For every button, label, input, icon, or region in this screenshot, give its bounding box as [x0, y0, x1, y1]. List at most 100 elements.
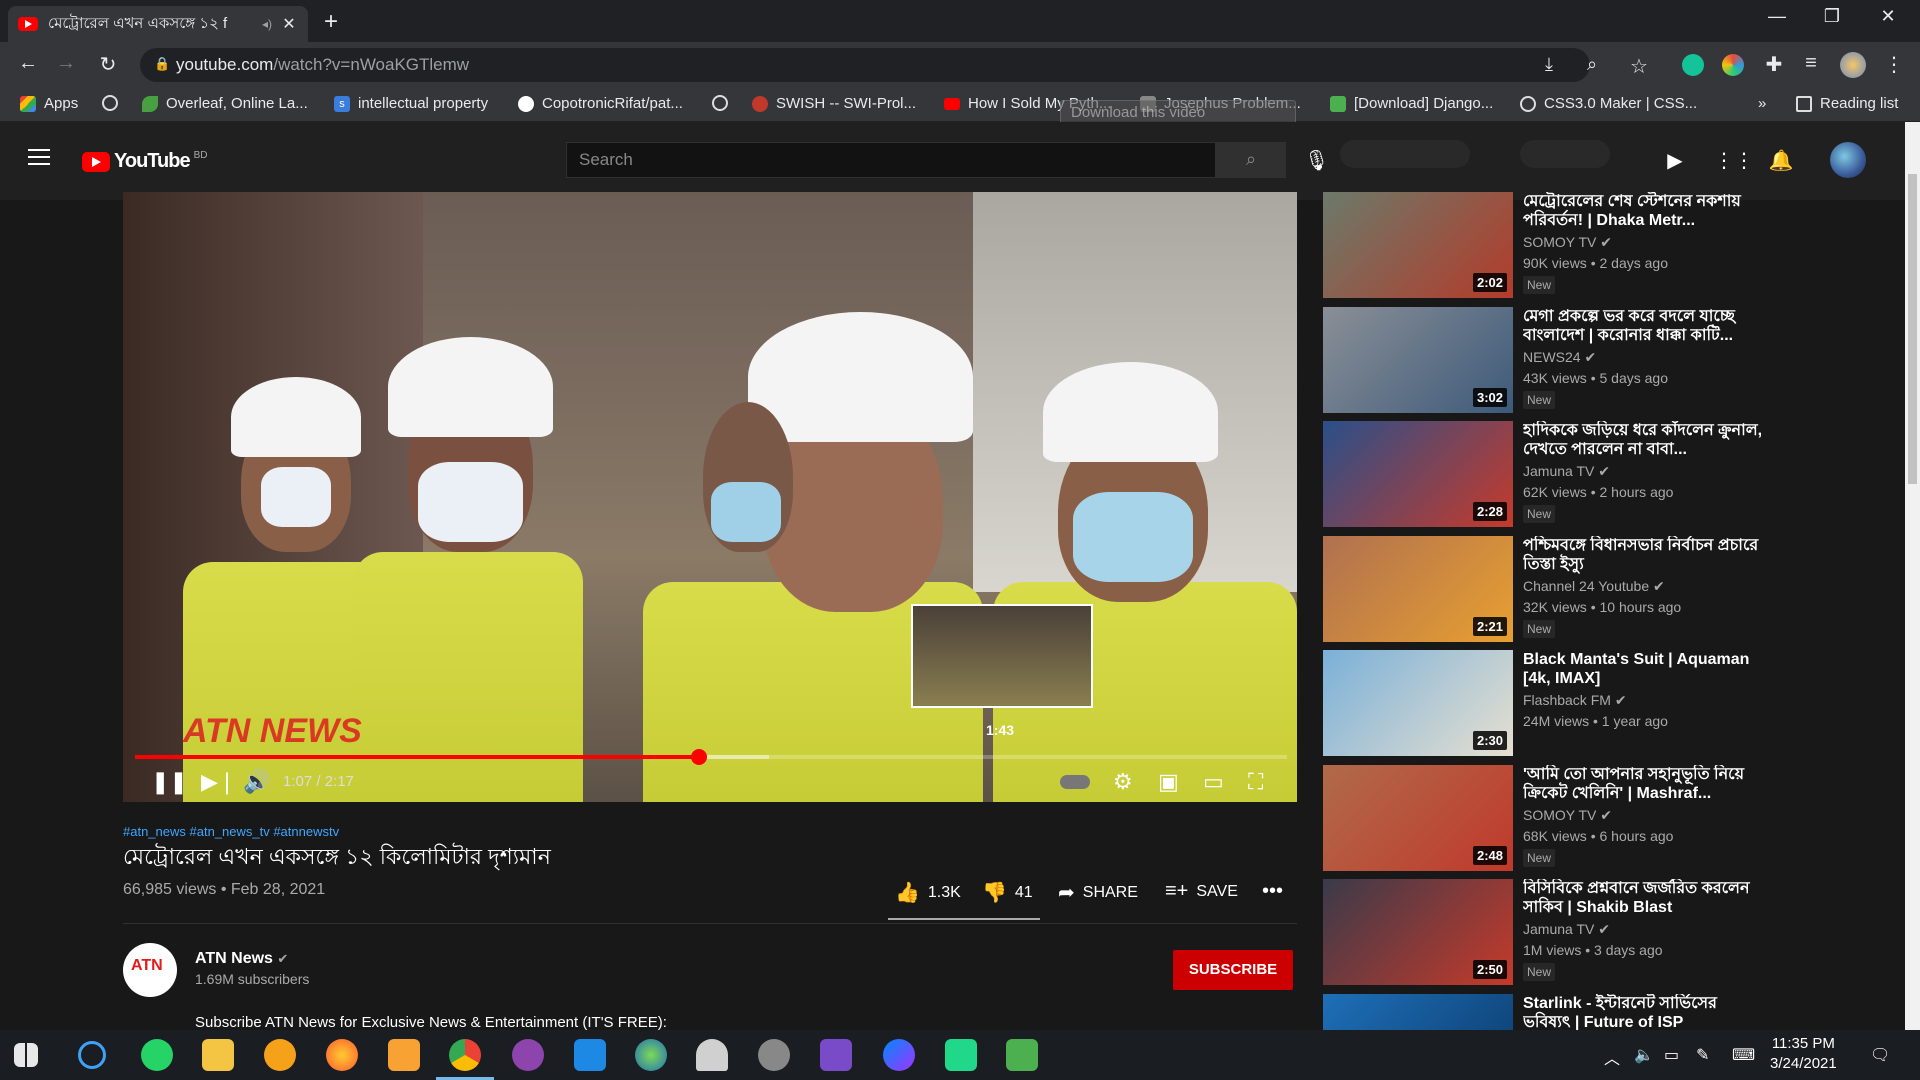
reading-list[interactable]: Reading list	[1796, 95, 1898, 112]
globe-app-icon[interactable]	[635, 1039, 667, 1071]
recommendation-title[interactable]: মেগা প্রকল্পে ভর করে বদলে যাচ্ছে বাংলাদে…	[1523, 307, 1763, 345]
bookmark-swish[interactable]: SWISH -- SWI-Prol...	[752, 95, 916, 112]
vscode-icon[interactable]	[574, 1039, 606, 1071]
bookmarks-overflow-icon[interactable]: »	[1758, 95, 1766, 112]
recommendation-channel[interactable]: SOMOY TV ✔	[1523, 807, 1612, 824]
recommendation-thumbnail[interactable]: 2:28	[1323, 421, 1513, 527]
reload-icon[interactable]: ↻	[94, 52, 122, 77]
back-icon[interactable]: ←	[14, 52, 42, 75]
recommendation-title[interactable]: Black Manta's Suit | Aquaman [4k, IMAX]	[1523, 650, 1763, 688]
mute-tab-icon[interactable]: ◂)	[262, 17, 272, 31]
subscribe-button[interactable]: SUBSCRIBE	[1173, 950, 1293, 990]
autoplay-toggle[interactable]	[1060, 775, 1090, 789]
extension-colorful-icon[interactable]	[1722, 54, 1744, 76]
network-tray-icon[interactable]: ▭	[1664, 1045, 1679, 1065]
scrollbar-thumb[interactable]	[1908, 174, 1917, 484]
video-player[interactable]: 1:43 ATN NEWS ❚❚ ▶❘ 🔊 1:07 / 2:17 ⚙ ▣ ▭ …	[123, 192, 1297, 802]
recommendation-title[interactable]: হাদিককে জড়িয়ে ধরে কাঁদলেন ক্রুনাল, দেখ…	[1523, 421, 1763, 459]
like-button[interactable]: 👍 1.3K	[895, 880, 961, 905]
visual-studio-icon[interactable]	[820, 1039, 852, 1071]
recommendation-channel[interactable]: Channel 24 Youtube ✔	[1523, 578, 1665, 595]
recommendation-channel[interactable]: NEWS24 ✔	[1523, 349, 1596, 366]
chrome-icon[interactable]	[449, 1039, 481, 1071]
more-actions-icon[interactable]: •••	[1262, 880, 1283, 903]
recommendation-title[interactable]: 'আমি তো আপনার সহানুভূতি নিয়ে ক্রিকেট খে…	[1523, 765, 1763, 803]
recommendation-title[interactable]: মেট্রোরেলের শেষ স্টেশনের নকশায় পরিবর্তন…	[1523, 192, 1763, 230]
messenger-icon[interactable]	[883, 1039, 915, 1071]
page-scrollbar[interactable]	[1905, 122, 1920, 1030]
recommendation-thumbnail[interactable]: 3:02	[1323, 306, 1513, 413]
recommendation-thumbnail[interactable]: 2:50	[1323, 879, 1513, 985]
recommendation-title[interactable]: Starlink - ইন্টারনেট সার্ভিসের ভবিষ্যৎ |…	[1523, 994, 1763, 1032]
youtube-logo[interactable]: YouTube BD	[82, 150, 207, 173]
recommendation-card[interactable]: 2:48 'আমি তো আপনার সহানুভূতি নিয়ে ক্রিকে…	[1323, 764, 1793, 873]
recommendation-thumbnail[interactable]: 2:21	[1323, 535, 1513, 642]
notifications-bell-icon[interactable]: 🔔	[1768, 148, 1794, 173]
pycharm-icon[interactable]	[945, 1039, 977, 1071]
recommendation-card[interactable]: Starlink - ইন্টারনেট সার্ভিসের ভবিষ্যৎ |…	[1323, 993, 1793, 1032]
search-circle-icon[interactable]	[78, 1041, 106, 1069]
bookmark-apps[interactable]: Apps	[20, 95, 78, 112]
recommendation-thumbnail[interactable]	[1323, 993, 1513, 1032]
bookmark-globe-2[interactable]	[712, 95, 736, 111]
recommendation-channel[interactable]: SOMOY TV ✔	[1523, 234, 1612, 251]
recommendation-thumbnail[interactable]: 2:48	[1323, 764, 1513, 871]
recommendation-channel[interactable]: Flashback FM ✔	[1523, 692, 1627, 709]
fullscreen-icon[interactable]: ⛶	[1248, 769, 1263, 795]
pen-tray-icon[interactable]: ✎	[1696, 1045, 1709, 1065]
pause-icon[interactable]: ❚❚	[151, 769, 188, 795]
tab-youtube[interactable]: মেট্রোরেল এখন একসঙ্গে ১২ f ◂) ✕	[8, 6, 308, 42]
notifications-icon[interactable]: 🗨	[1870, 1045, 1890, 1065]
tray-chevron-icon[interactable]: ︿	[1604, 1045, 1620, 1069]
bookmark-globe[interactable]	[102, 95, 126, 111]
volume-icon[interactable]: 🔊	[243, 769, 270, 795]
close-tab-icon[interactable]: ✕	[280, 14, 298, 34]
spreadsheet-app-icon[interactable]	[1006, 1039, 1038, 1071]
bookmark-css-maker[interactable]: CSS3.0 Maker | CSS...	[1520, 95, 1697, 112]
install-icon[interactable]: ⤓	[1545, 54, 1553, 75]
profile-avatar[interactable]	[1840, 52, 1866, 78]
dislike-button[interactable]: 👎 41	[982, 880, 1033, 905]
recommendation-channel[interactable]: Jamuna TV ✔	[1523, 463, 1610, 480]
drawing-app-icon[interactable]	[388, 1039, 420, 1071]
recommendation-title[interactable]: পশ্চিমবঙ্গে বিধানসভার নির্বাচন প্রচারে ত…	[1523, 536, 1763, 574]
recommendation-title[interactable]: বিসিবিকে প্রশ্নবানে জর্জরিত করলেন সাকিব …	[1523, 879, 1763, 917]
bookmark-star-icon[interactable]: ☆	[1630, 54, 1648, 79]
firefox-icon[interactable]	[326, 1039, 358, 1071]
channel-name[interactable]: ATN News ✔	[195, 950, 288, 968]
search-icon[interactable]: ⌕	[1216, 142, 1286, 178]
miniplayer-icon[interactable]: ▣	[1158, 769, 1179, 795]
system-clock[interactable]: 11:35 PM 3/24/2021	[1770, 1034, 1837, 1074]
recommendation-card[interactable]: 2:21 পশ্চিমবঙ্গে বিধানসভার নির্বাচন প্রচা…	[1323, 535, 1793, 644]
satellite-app-icon[interactable]	[758, 1039, 790, 1071]
recommendation-card[interactable]: 2:50 বিসিবিকে প্রশ্নবানে জর্জরিত করলেন সা…	[1323, 879, 1793, 987]
new-tab-icon[interactable]: +	[324, 8, 338, 36]
grammarly-icon[interactable]	[1682, 54, 1704, 76]
keyboard-tray-icon[interactable]: ⌨	[1732, 1045, 1755, 1065]
voice-search-icon[interactable]: 🎙	[1304, 148, 1329, 173]
vpn-shield-icon[interactable]	[264, 1039, 296, 1071]
media-control-icon[interactable]: ≡	[1797, 52, 1825, 75]
theater-mode-icon[interactable]: ▭	[1203, 769, 1224, 795]
recommendation-card[interactable]: 2:30 Black Manta's Suit | Aquaman [4k, IM…	[1323, 650, 1793, 758]
channel-avatar[interactable]: ATN	[123, 943, 177, 997]
zoom-icon[interactable]: ⌕	[1587, 54, 1597, 75]
save-button[interactable]: ≡+ SAVE	[1165, 880, 1238, 903]
extensions-puzzle-icon[interactable]: ✚	[1760, 52, 1788, 77]
parachute-app-icon[interactable]	[696, 1039, 728, 1071]
share-button[interactable]: ➦ SHARE	[1058, 880, 1138, 905]
settings-gear-icon[interactable]: ⚙	[1113, 769, 1133, 795]
recommendation-thumbnail[interactable]: 2:30	[1323, 650, 1513, 756]
whatsapp-icon[interactable]	[141, 1039, 173, 1071]
create-video-icon[interactable]: ▶	[1662, 148, 1688, 173]
restore-icon[interactable]: ❐	[1812, 6, 1852, 27]
progress-bar[interactable]	[135, 749, 1287, 765]
forward-icon[interactable]: →	[52, 52, 80, 75]
account-avatar[interactable]	[1830, 142, 1866, 178]
address-bar[interactable]: 🔒 youtube.com/watch?v=nWoaKGTlemw ⤓ ⌕ ☆	[140, 48, 1648, 82]
bookmark-overleaf[interactable]: Overleaf, Online La...	[142, 95, 308, 112]
menu-kebab-icon[interactable]: ⋮	[1880, 52, 1908, 77]
hashtags[interactable]: #atn_news #atn_news_tv #atnnewstv	[123, 824, 339, 839]
bookmark-intellectual-property[interactable]: s intellectual property	[334, 95, 488, 112]
minimize-icon[interactable]: —	[1757, 6, 1797, 27]
